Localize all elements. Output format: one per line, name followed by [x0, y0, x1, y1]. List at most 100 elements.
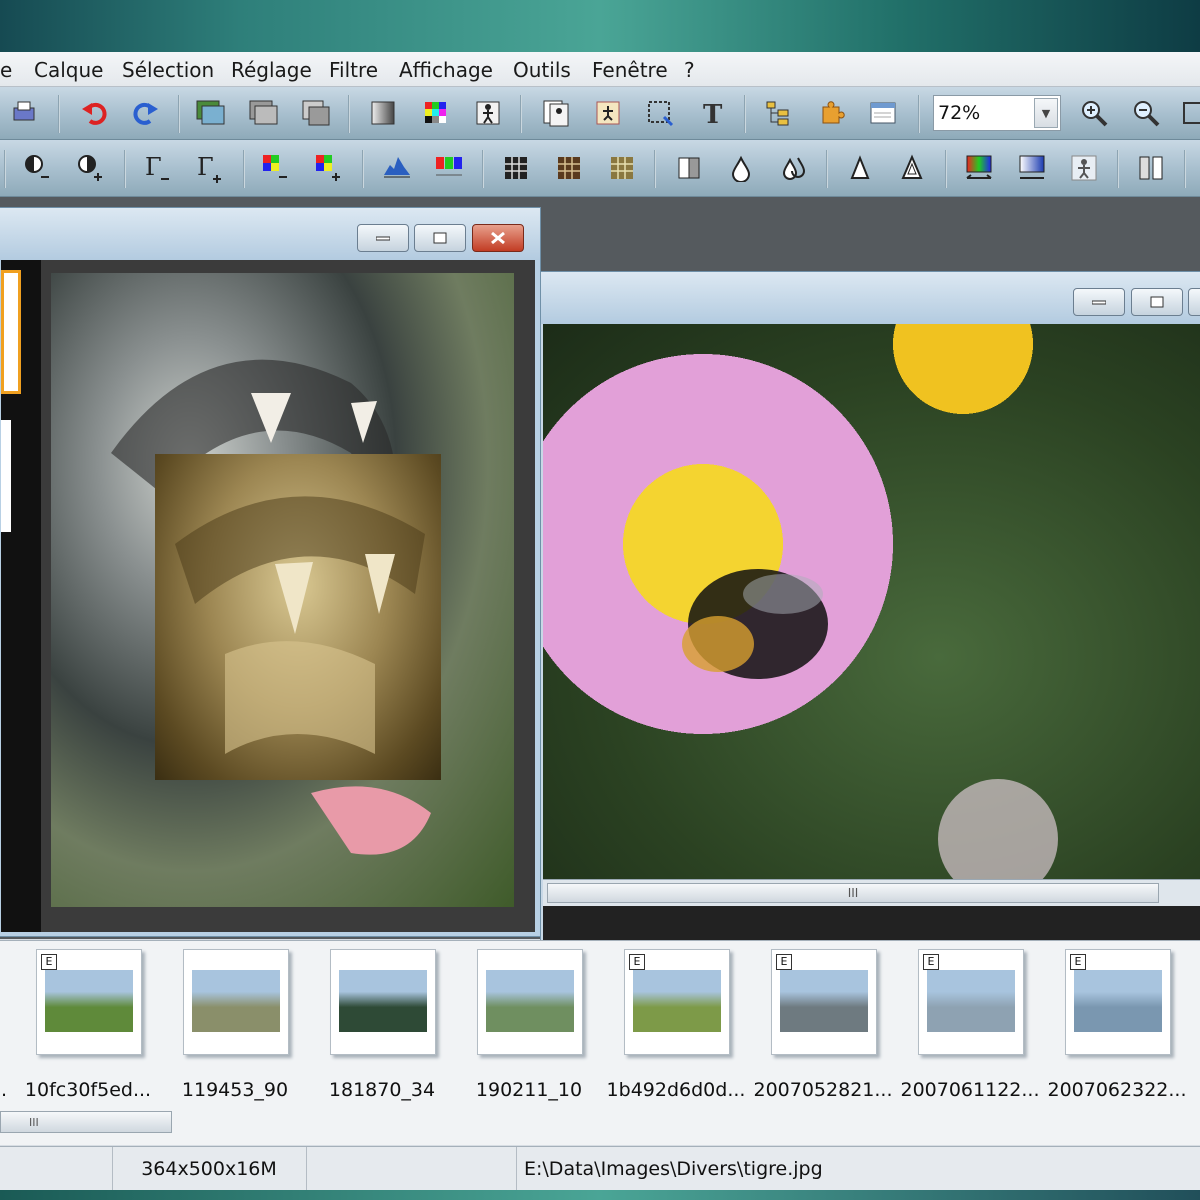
slideshow-icon[interactable]: [592, 97, 624, 129]
zoom-out-icon[interactable]: [1130, 97, 1162, 129]
tree-icon[interactable]: [762, 97, 794, 129]
brightness-minus-icon[interactable]: [22, 152, 54, 184]
chevron-down-icon[interactable]: ▼: [1034, 98, 1058, 128]
toolbar-separator: [826, 150, 828, 188]
edited-badge: E: [776, 954, 792, 970]
text-icon[interactable]: T: [697, 97, 729, 129]
sepia-layer[interactable]: [155, 454, 441, 780]
thumbnail-card[interactable]: E: [36, 949, 142, 1055]
selection-icon[interactable]: [644, 97, 676, 129]
redo-icon[interactable]: [130, 97, 162, 129]
svg-text:Γ: Γ: [145, 153, 162, 181]
thumbnail-card[interactable]: [477, 949, 583, 1055]
rgb-balance-icon[interactable]: [963, 152, 995, 184]
sharpen-icon[interactable]: [844, 152, 876, 184]
thumbnail-label[interactable]: 2007061122...: [900, 1079, 1040, 1101]
thumbnail-label[interactable]: 190211_10: [459, 1079, 599, 1101]
toolbar-separator: [243, 150, 245, 188]
color-plus-icon[interactable]: [313, 152, 345, 184]
thumbnail-label[interactable]: 2007062322...: [1047, 1079, 1187, 1101]
drop-icon[interactable]: [725, 152, 757, 184]
menu-item-filtre[interactable]: Filtre: [329, 58, 378, 82]
thumbnail-label[interactable]: 10fc30f5ed...: [18, 1079, 158, 1101]
svg-text:T: T: [703, 100, 723, 127]
thumbnail-label[interactable]: 181870_34: [312, 1079, 452, 1101]
histogram-icon[interactable]: [381, 152, 413, 184]
thumbnail-image: [780, 970, 868, 1032]
toolbar-separator: [58, 95, 60, 133]
minimize-icon: [376, 236, 390, 241]
menu-item-selection[interactable]: Sélection: [122, 58, 214, 82]
mirror-icon[interactable]: [1135, 152, 1167, 184]
grid-dark-icon[interactable]: [500, 152, 532, 184]
thumbnail-card[interactable]: E: [1065, 949, 1171, 1055]
gamma-minus-icon[interactable]: Γ: [142, 152, 174, 184]
print-icon[interactable]: [8, 97, 40, 129]
contrast-icon[interactable]: [673, 152, 705, 184]
status-cell-empty: [306, 1147, 517, 1191]
image-icon[interactable]: [194, 97, 226, 129]
effect-icon[interactable]: [1068, 152, 1100, 184]
sharpen-more-icon[interactable]: [896, 152, 928, 184]
levels-icon[interactable]: [433, 152, 465, 184]
thumbnail-card[interactable]: [183, 949, 289, 1055]
menu-item-file-partial[interactable]: e: [0, 58, 12, 82]
menu-item-reglage[interactable]: Réglage: [231, 58, 312, 82]
zoom-in-icon[interactable]: [1078, 97, 1110, 129]
zoom-combobox[interactable]: 72% ▼: [933, 95, 1061, 131]
grid-brown-icon[interactable]: [553, 152, 585, 184]
thumbnail-card[interactable]: E: [918, 949, 1024, 1055]
toolbar-separator: [945, 150, 947, 188]
menu-item-fenetre[interactable]: Fenêtre: [592, 58, 668, 82]
close-button[interactable]: [1188, 288, 1200, 316]
film-frame: [1, 270, 21, 394]
menu-item-affichage[interactable]: Affichage: [399, 58, 493, 82]
edited-badge: E: [629, 954, 645, 970]
toolbar-separator: [1117, 150, 1119, 188]
thumbnail-label[interactable]: 2007052821...: [753, 1079, 893, 1101]
contact-sheet-icon[interactable]: [540, 97, 572, 129]
toolbar-separator: [654, 150, 656, 188]
scrollbar-thumb[interactable]: III: [547, 883, 1159, 903]
zoom-value: 72%: [938, 102, 981, 124]
undo-icon[interactable]: [78, 97, 110, 129]
walker-icon[interactable]: [472, 97, 504, 129]
image-canvas[interactable]: III: [543, 324, 1200, 940]
menu-item-calque[interactable]: Calque: [34, 58, 103, 82]
edited-badge: E: [41, 954, 57, 970]
thumbnail-image: [339, 970, 427, 1032]
gradient-map-icon[interactable]: [1016, 152, 1048, 184]
window-titlebar[interactable]: [0, 208, 540, 260]
menu-item-outils[interactable]: Outils: [513, 58, 571, 82]
thumbnail-label[interactable]: 1b492d6d0d...: [606, 1079, 746, 1101]
menu-item-help[interactable]: ?: [684, 58, 695, 82]
gradient-icon[interactable]: [367, 97, 399, 129]
horizontal-scrollbar[interactable]: III: [543, 879, 1200, 906]
svg-text:Γ: Γ: [197, 153, 214, 181]
toolbar-separator: [744, 95, 746, 133]
image-copy-icon[interactable]: [300, 97, 332, 129]
image-canvas[interactable]: [1, 260, 535, 932]
minimize-button[interactable]: [357, 224, 409, 252]
color-palette-icon[interactable]: [420, 97, 452, 129]
minimize-button[interactable]: [1073, 288, 1125, 316]
thumbnail-label[interactable]: 119453_90: [165, 1079, 305, 1101]
thumbnail-card[interactable]: E: [771, 949, 877, 1055]
drops-icon[interactable]: [778, 152, 810, 184]
thumbnail-scrollbar-thumb[interactable]: III: [0, 1111, 172, 1133]
color-minus-icon[interactable]: [260, 152, 292, 184]
window-icon[interactable]: [867, 97, 899, 129]
puzzle-icon[interactable]: [815, 97, 847, 129]
maximize-button[interactable]: [414, 224, 466, 252]
thumbnail-image: [1074, 970, 1162, 1032]
close-button[interactable]: [472, 224, 524, 252]
thumbnail-card[interactable]: E: [624, 949, 730, 1055]
fit-icon[interactable]: [1180, 97, 1200, 129]
image-gray-icon[interactable]: [247, 97, 279, 129]
brightness-plus-icon[interactable]: [75, 152, 107, 184]
thumbnail-card[interactable]: [330, 949, 436, 1055]
gamma-plus-icon[interactable]: Γ: [194, 152, 226, 184]
window-titlebar[interactable]: [541, 272, 1200, 324]
maximize-button[interactable]: [1131, 288, 1183, 316]
grid-tan-icon[interactable]: [606, 152, 638, 184]
